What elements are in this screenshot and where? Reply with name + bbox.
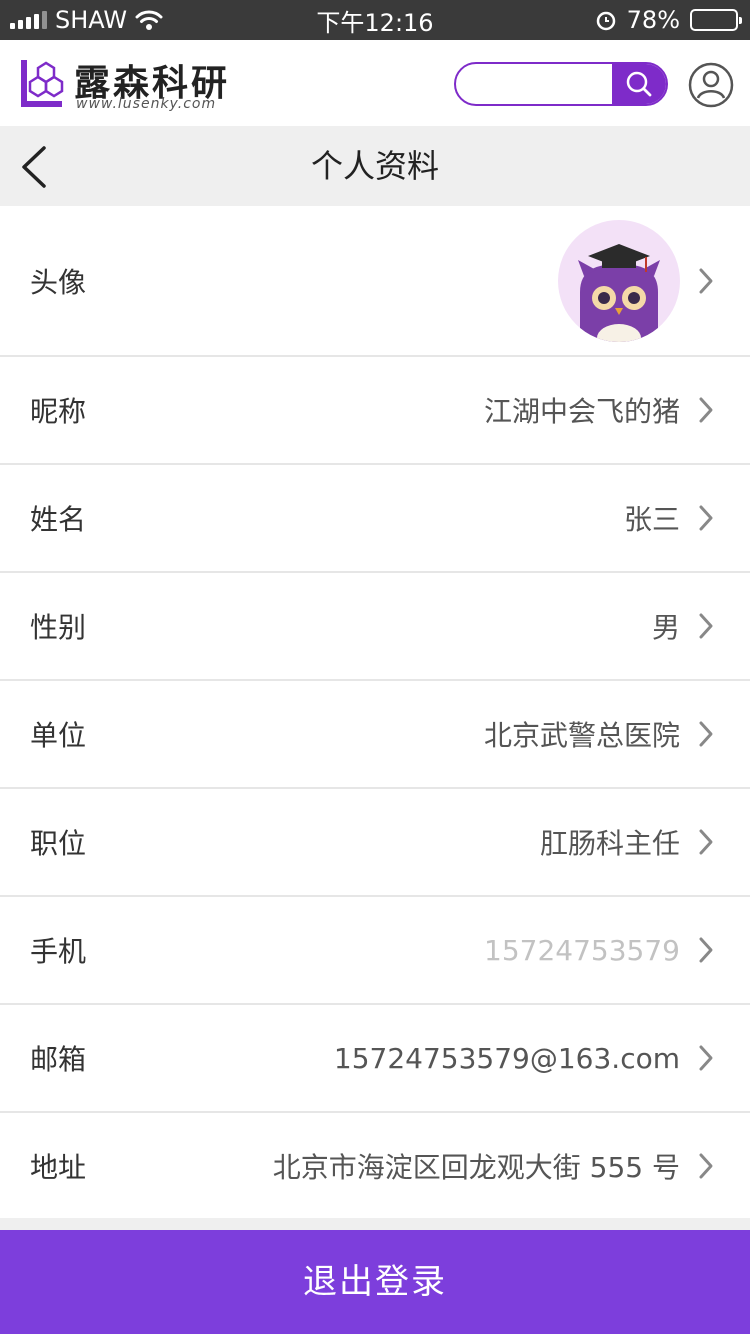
- row-label: 头像: [30, 265, 87, 299]
- battery-icon: [690, 9, 742, 31]
- logout-button[interactable]: 退出登录: [0, 1230, 750, 1334]
- row-value: 男: [651, 611, 680, 644]
- page-title: 个人资料: [310, 147, 439, 185]
- profile-row-organization[interactable]: 单位 北京武警总医院: [0, 681, 750, 789]
- profile-row-name[interactable]: 姓名 张三: [0, 465, 750, 573]
- battery-percent: 78%: [626, 6, 680, 34]
- row-label: 职位: [30, 827, 87, 860]
- search-icon: [626, 71, 652, 97]
- chevron-right-icon: [699, 397, 713, 423]
- row-value: 江湖中会飞的猪: [483, 395, 680, 428]
- profile-row-phone[interactable]: 手机 15724753579: [0, 897, 750, 1005]
- chevron-right-icon: [699, 721, 713, 747]
- chevron-right-icon: [699, 829, 713, 855]
- row-value: 15724753579: [484, 933, 680, 967]
- chevron-right-icon: [699, 613, 713, 639]
- profile-list: 头像 昵称 江湖中会飞的猪 姓名 张三 性别 男 单位 北京武警总医院 职位 肛…: [0, 206, 750, 1221]
- owl-avatar-icon: [578, 244, 660, 342]
- user-icon[interactable]: [688, 62, 734, 108]
- row-label: 昵称: [30, 395, 87, 428]
- row-label: 单位: [30, 719, 87, 752]
- status-right: 78%: [595, 0, 742, 40]
- chevron-right-icon: [699, 1153, 713, 1179]
- row-label: 邮箱: [30, 1043, 87, 1076]
- chevron-right-icon: [699, 937, 713, 963]
- row-label: 手机: [30, 935, 87, 968]
- profile-row-nickname[interactable]: 昵称 江湖中会飞的猪: [0, 357, 750, 465]
- search-button[interactable]: [612, 64, 666, 104]
- search-box: [454, 62, 668, 106]
- chevron-right-icon: [699, 1045, 713, 1071]
- profile-row-address[interactable]: 地址 北京市海淀区回龙观大街 555 号: [0, 1113, 750, 1221]
- logo-url: www.lusenky.com: [76, 96, 217, 112]
- row-label: 性别: [30, 611, 87, 644]
- row-label: 姓名: [30, 503, 87, 536]
- nav-bar: 个人资料: [0, 126, 750, 206]
- avatar: [558, 220, 680, 342]
- chevron-right-icon: [699, 268, 713, 293]
- row-value: 肛肠科主任: [539, 827, 680, 860]
- search-input[interactable]: [456, 64, 614, 104]
- row-value: 北京市海淀区回龙观大街 555 号: [272, 1151, 680, 1184]
- chevron-right-icon: [699, 505, 713, 531]
- row-value: 张三: [623, 503, 680, 536]
- row-value: 15724753579@163.com: [333, 1041, 680, 1075]
- profile-row-position[interactable]: 职位 肛肠科主任: [0, 789, 750, 897]
- profile-row-avatar[interactable]: 头像: [0, 206, 750, 357]
- alarm-icon: [596, 11, 615, 31]
- divider: [0, 1218, 750, 1230]
- profile-row-gender[interactable]: 性别 男: [0, 573, 750, 681]
- logo-mark-icon: [21, 60, 64, 107]
- app-header: 露森科研 www.lusenky.com: [0, 40, 750, 126]
- row-label: 地址: [30, 1151, 87, 1184]
- status-bar: SHAW 下午12:16 78%: [0, 0, 750, 40]
- brand-logo[interactable]: 露森科研 www.lusenky.com: [18, 50, 248, 116]
- row-value: 北京武警总医院: [483, 719, 680, 752]
- profile-row-email[interactable]: 邮箱 15724753579@163.com: [0, 1005, 750, 1113]
